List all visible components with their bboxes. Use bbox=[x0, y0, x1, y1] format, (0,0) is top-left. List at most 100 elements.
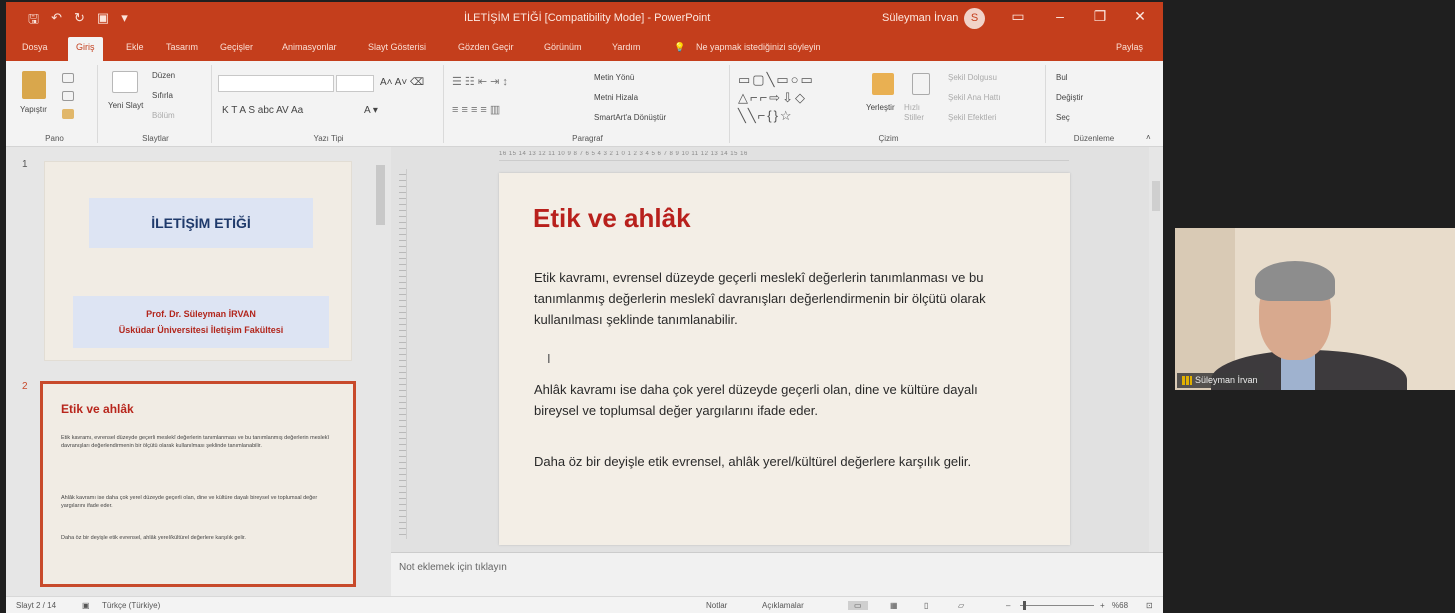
quick-styles-button[interactable]: Hızlı Stiller bbox=[904, 103, 940, 123]
normal-view-icon[interactable]: ▭ bbox=[848, 601, 868, 610]
fit-to-window-icon[interactable]: ⊡ bbox=[1146, 601, 1153, 610]
font-format-buttons[interactable]: K T A S abc AV Aa bbox=[222, 105, 303, 116]
redo-icon[interactable]: ↻ bbox=[74, 10, 85, 32]
notes-pane[interactable]: Not eklemek için tıklayın bbox=[391, 552, 1163, 596]
new-slide-icon[interactable] bbox=[112, 71, 138, 93]
smartart-button[interactable]: SmartArt'a Dönüştür bbox=[594, 113, 666, 122]
slide-title[interactable]: Etik ve ahlâk bbox=[533, 203, 691, 234]
tab-review[interactable]: Gözden Geçir bbox=[458, 42, 514, 52]
notes-placeholder[interactable]: Not eklemek için tıklayın bbox=[399, 562, 507, 573]
select-button[interactable]: Seç bbox=[1056, 113, 1070, 122]
replace-button[interactable]: Değiştir bbox=[1056, 93, 1083, 102]
slide-sorter-icon[interactable]: ▦ bbox=[890, 601, 898, 610]
thumbnail-title: İLETİŞİM ETİĞİ bbox=[89, 198, 313, 248]
thumbnail-title: Etik ve ahlâk bbox=[61, 402, 134, 416]
spellcheck-icon[interactable]: ▣ bbox=[82, 601, 90, 610]
tell-me-search[interactable]: Ne yapmak istediğinizi söyleyin bbox=[696, 42, 821, 52]
tab-insert[interactable]: Ekle bbox=[126, 42, 144, 52]
arrange-button[interactable]: Yerleştir bbox=[866, 103, 895, 112]
tab-home[interactable]: Giriş bbox=[68, 37, 103, 61]
zoom-out-icon[interactable]: – bbox=[1006, 601, 1010, 610]
group-paragraph: ☰ ☷ ⇤ ⇥ ↕ ≡ ≡ ≡ ≡ ▥ Metin Yönü Metni Hiz… bbox=[446, 65, 730, 143]
shapes-gallery[interactable]: ▭▢╲▭○▭ △⌐⌐⇨⇩◇ ╲╲⌐{}☆ bbox=[738, 71, 862, 127]
avatar[interactable]: S bbox=[964, 8, 985, 29]
new-slide-button[interactable]: Yeni Slayt bbox=[108, 101, 144, 111]
section-button[interactable]: Bölüm bbox=[152, 111, 175, 120]
tab-animations[interactable]: Animasyonlar bbox=[282, 42, 337, 52]
paste-button[interactable]: Yapıştır bbox=[20, 105, 47, 114]
tab-slideshow[interactable]: Slayt Gösterisi bbox=[368, 42, 426, 52]
collapse-ribbon-icon[interactable]: ˄ bbox=[1146, 133, 1151, 142]
comments-button[interactable]: Açıklamalar bbox=[762, 601, 804, 610]
arrange-icon[interactable] bbox=[872, 73, 894, 95]
shape-outline-button[interactable]: Şekil Ana Hattı bbox=[948, 93, 1000, 102]
close-icon[interactable]: ✕ bbox=[1130, 8, 1150, 25]
save-icon[interactable]: 🖫 bbox=[28, 10, 39, 32]
zoom-level[interactable]: %68 bbox=[1112, 601, 1128, 610]
slideshow-view-icon[interactable]: ▱ bbox=[958, 601, 964, 610]
layout-button[interactable]: Düzen bbox=[152, 71, 175, 80]
tab-file[interactable]: Dosya bbox=[22, 42, 48, 52]
group-label-drawing: Çizim bbox=[878, 134, 899, 143]
align-text-button[interactable]: Metni Hizala bbox=[594, 93, 638, 102]
align-buttons-icon[interactable]: ≡ ≡ ≡ ≡ ▥ bbox=[452, 103, 500, 116]
language-indicator[interactable]: Türkçe (Türkiye) bbox=[102, 601, 160, 610]
text-direction-button[interactable]: Metin Yönü bbox=[594, 73, 634, 82]
zoom-in-icon[interactable]: + bbox=[1100, 601, 1105, 610]
zoom-slider[interactable] bbox=[1020, 605, 1094, 606]
find-button[interactable]: Bul bbox=[1056, 73, 1068, 82]
customize-qat-icon[interactable]: ▾ bbox=[121, 10, 128, 32]
participant-nameplate: Süleyman İrvan bbox=[1177, 373, 1264, 388]
shape-effects-button[interactable]: Şekil Efektleri bbox=[948, 113, 996, 122]
shape-fill-button[interactable]: Şekil Dolgusu bbox=[948, 73, 997, 82]
copy-icon[interactable] bbox=[62, 91, 74, 101]
editor-scrollbar[interactable] bbox=[1149, 147, 1163, 552]
minimize-icon[interactable]: – bbox=[1050, 8, 1070, 24]
font-size-box[interactable] bbox=[336, 75, 374, 92]
start-slideshow-icon[interactable]: ▣ bbox=[97, 10, 109, 32]
thumbnails-scrollbar[interactable] bbox=[373, 147, 389, 595]
quick-access-toolbar: 🖫 ↶ ↻ ▣ ▾ bbox=[28, 10, 128, 32]
tab-transitions[interactable]: Geçişler bbox=[220, 42, 253, 52]
undo-icon[interactable]: ↶ bbox=[51, 10, 62, 32]
reset-button[interactable]: Sıfırla bbox=[152, 91, 173, 100]
slide-thumbnails-pane: 1 İLETİŞİM ETİĞİ Prof. Dr. Süleyman İRVA… bbox=[6, 147, 391, 595]
participant-hair bbox=[1255, 261, 1335, 301]
paste-icon[interactable] bbox=[22, 71, 46, 99]
reading-view-icon[interactable]: ▯ bbox=[924, 601, 928, 610]
tab-view[interactable]: Görünüm bbox=[544, 42, 582, 52]
font-color-icon[interactable]: A ▾ bbox=[364, 105, 378, 116]
slide-thumbnail-1[interactable]: İLETİŞİM ETİĞİ Prof. Dr. Süleyman İRVAN … bbox=[44, 161, 352, 361]
list-buttons-icon[interactable]: ☰ ☷ ⇤ ⇥ ↕ bbox=[452, 75, 508, 88]
font-size-adjust-icon[interactable]: A˄ A˅ ⌫ bbox=[380, 77, 424, 88]
ribbon-display-options-icon[interactable]: ▭ bbox=[1008, 8, 1028, 25]
window-title: İLETİŞİM ETİĞİ [Compatibility Mode] - Po… bbox=[464, 12, 711, 24]
slide-thumbnail-2[interactable]: Etik ve ahlâk Etik kavramı, evrensel düz… bbox=[40, 381, 356, 587]
tab-design[interactable]: Tasarım bbox=[166, 42, 198, 52]
vertical-ruler bbox=[399, 169, 407, 539]
slide-counter: Slayt 2 / 14 bbox=[16, 601, 57, 610]
slide-paragraph[interactable]: Ahlâk kavramı ise daha çok yerel düzeyde… bbox=[534, 379, 994, 421]
ribbon: Yapıştır Pano Yeni Slayt Düzen Sıfırla B… bbox=[6, 61, 1163, 147]
maximize-icon[interactable]: ❐ bbox=[1090, 8, 1110, 25]
font-name-box[interactable] bbox=[218, 75, 334, 92]
slide-editor: 16 15 14 13 12 11 10 9 8 7 6 5 4 3 2 1 0… bbox=[391, 147, 1163, 552]
notes-button[interactable]: Notlar bbox=[706, 601, 727, 610]
share-button[interactable]: Paylaş bbox=[1116, 42, 1143, 52]
thumbnail-number: 1 bbox=[22, 159, 28, 170]
slide-paragraph[interactable]: Etik kavramı, evrensel düzeyde geçerli m… bbox=[534, 267, 994, 330]
group-editing: Bul Değiştir Seç Düzenleme bbox=[1048, 65, 1140, 143]
scrollbar-thumb[interactable] bbox=[1152, 181, 1160, 211]
zoom-slider-thumb[interactable] bbox=[1023, 601, 1026, 610]
format-painter-icon[interactable] bbox=[62, 109, 74, 119]
thumbnail-paragraph: Daha öz bir deyişle etik evrensel, ahlâk… bbox=[61, 535, 246, 541]
thumbnail-author-name: Prof. Dr. Süleyman İRVAN bbox=[146, 309, 256, 319]
cut-icon[interactable] bbox=[62, 73, 74, 83]
user-name[interactable]: Süleyman İrvan bbox=[882, 12, 958, 24]
scrollbar-thumb[interactable] bbox=[376, 165, 385, 225]
tab-help[interactable]: Yardım bbox=[612, 42, 640, 52]
slide-paragraph[interactable]: Daha öz bir deyişle etik evrensel, ahlâk… bbox=[534, 451, 994, 472]
thumbnail-author-box: Prof. Dr. Süleyman İRVAN Üsküdar Ünivers… bbox=[73, 296, 329, 348]
quick-styles-icon[interactable] bbox=[912, 73, 930, 95]
slide-canvas[interactable]: Etik ve ahlâk Etik kavramı, evrensel düz… bbox=[499, 173, 1070, 545]
